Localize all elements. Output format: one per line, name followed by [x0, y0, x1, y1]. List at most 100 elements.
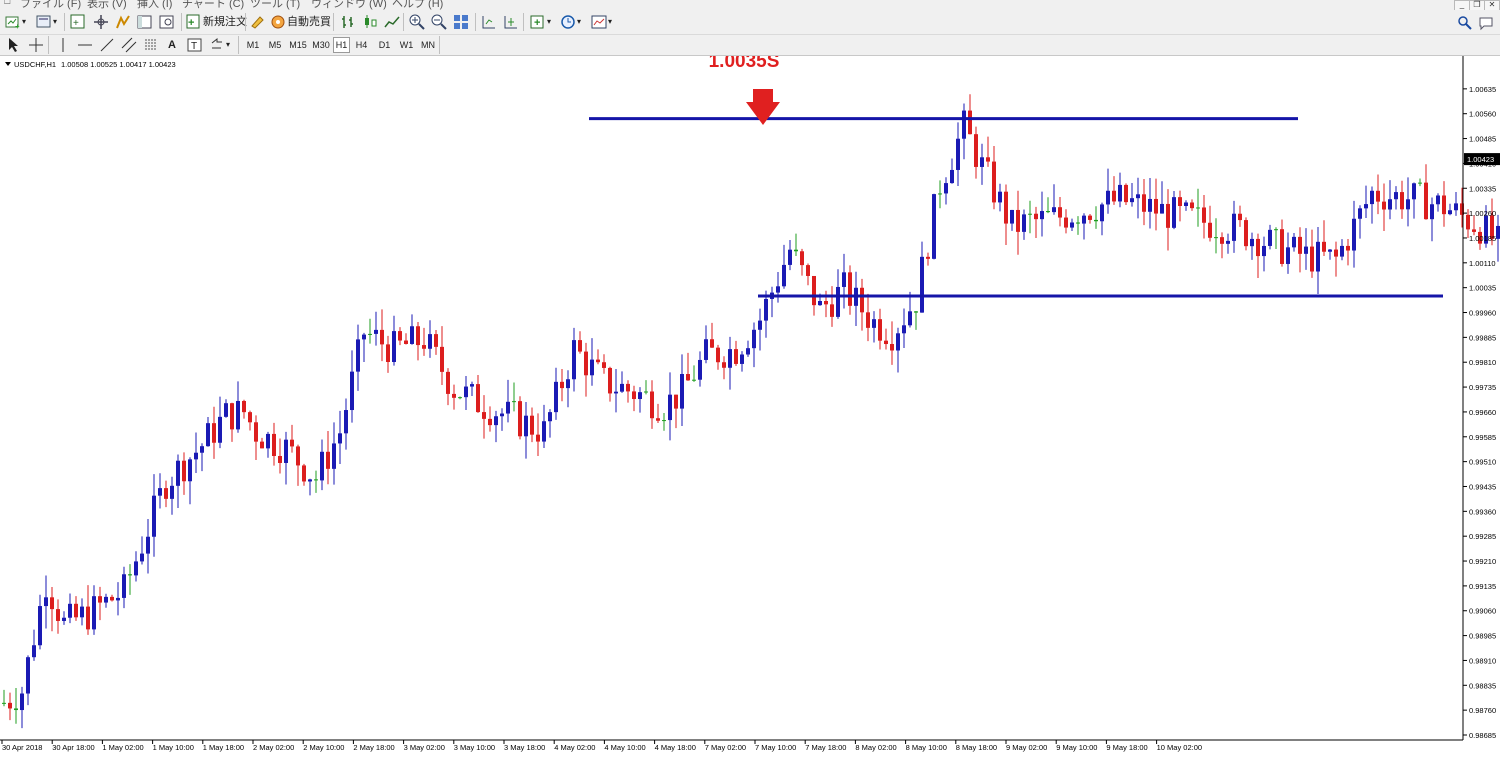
candle-body [110, 596, 114, 601]
candle-body [1340, 245, 1344, 257]
menu-tools[interactable]: ツール (T) [250, 0, 300, 10]
candle-body [434, 334, 438, 347]
new-chart-icon[interactable]: + [5, 14, 21, 30]
timeframe-w1[interactable]: W1 [398, 37, 415, 53]
symbol-label: USDCHF,H1 [14, 60, 56, 69]
candle-body [1076, 222, 1080, 224]
timeframe-h1[interactable]: H1 [333, 37, 350, 53]
svg-text:+: + [534, 17, 540, 29]
candle-body [1082, 215, 1086, 224]
periods-icon[interactable] [560, 14, 576, 30]
candle-body [776, 286, 780, 293]
candle-body [92, 596, 96, 630]
candle-body [1322, 241, 1326, 252]
menu-insert[interactable]: 挿入 (I) [137, 0, 172, 10]
candle-body [1166, 203, 1170, 228]
timeframe-d1[interactable]: D1 [376, 37, 393, 53]
candle-body [338, 433, 342, 444]
candle-body [62, 617, 66, 621]
terminal-icon[interactable] [137, 14, 153, 30]
profiles-dropdown-icon[interactable]: ▾ [53, 13, 57, 31]
text-label-icon[interactable]: T [187, 37, 203, 53]
candle-body [224, 403, 228, 417]
zoom-out-icon[interactable] [431, 14, 447, 30]
price-label: 0.99735 [1469, 383, 1496, 392]
candle-body [1112, 190, 1116, 202]
profiles-icon[interactable] [36, 14, 52, 30]
new-chart-dropdown-icon[interactable]: ▾ [22, 13, 26, 31]
navigator-icon[interactable] [93, 14, 109, 30]
menu-help[interactable]: ヘルプ (H) [392, 0, 443, 10]
indicators-icon[interactable]: + [530, 14, 546, 30]
market-watch-icon[interactable]: + [70, 14, 86, 30]
candle-body [326, 451, 330, 469]
line-chart-icon[interactable] [384, 14, 400, 30]
menu-file[interactable]: ファイル (F) [20, 0, 81, 10]
strategy-tester-icon[interactable] [159, 14, 175, 30]
meta-editor-icon[interactable] [250, 14, 266, 30]
candle-body [608, 367, 612, 394]
new-order-icon[interactable]: + [186, 14, 202, 30]
menu-bar: ⎕ ファイル (F) 表示 (V) 挿入 (I) チャート (C) ツール (T… [0, 0, 1500, 10]
candle-body [758, 320, 762, 330]
time-label: 9 May 02:00 [1006, 743, 1047, 752]
timeframe-m30[interactable]: M30 [310, 37, 332, 53]
zoom-in-icon[interactable] [409, 14, 425, 30]
new-order-button[interactable]: 新規注文 [203, 13, 247, 31]
equidistant-channel-icon[interactable] [121, 37, 137, 53]
trendline-icon[interactable] [99, 37, 115, 53]
templates-dropdown-icon[interactable]: ▾ [608, 13, 612, 31]
price-chart[interactable]: 1.006351.005601.004851.004101.003351.002… [0, 56, 1500, 761]
timeframe-h4[interactable]: H4 [353, 37, 370, 53]
candle-body [830, 304, 834, 317]
indicators-dropdown-icon[interactable]: ▾ [547, 13, 551, 31]
candle-body [794, 249, 798, 252]
restore-icon[interactable]: ❐ [1469, 0, 1485, 10]
search-icon[interactable] [1457, 15, 1473, 31]
app-icon: ⎕ [4, 0, 11, 7]
candle-body [188, 459, 192, 482]
timeframe-mn[interactable]: MN [419, 37, 437, 53]
candle-body [410, 326, 414, 344]
candle-body [266, 433, 270, 449]
horizontal-line-icon[interactable] [77, 37, 93, 53]
fibonacci-icon[interactable] [143, 37, 159, 53]
auto-trade-icon[interactable] [270, 14, 286, 30]
candle-body [842, 272, 846, 287]
candle-body [1388, 199, 1392, 210]
menu-view[interactable]: 表示 (V) [87, 0, 127, 10]
candle-body [470, 384, 474, 387]
chart-header: USDCHF,H1 1.00508 1.00525 1.00417 1.0042… [5, 60, 176, 69]
price-label: 0.99885 [1469, 333, 1496, 342]
arrows-dropdown-icon[interactable]: ▾ [226, 36, 230, 54]
crosshair-icon[interactable] [28, 37, 44, 53]
candle-body [824, 301, 828, 305]
timeframe-m15[interactable]: M15 [287, 37, 309, 53]
close-icon[interactable]: ✕ [1484, 0, 1500, 10]
timeframe-m5[interactable]: M5 [266, 37, 284, 53]
candle-body [692, 379, 696, 381]
candle-body [218, 416, 222, 443]
timeframe-m1[interactable]: M1 [244, 37, 262, 53]
auto-scroll-icon[interactable] [503, 14, 519, 30]
minimize-icon[interactable]: _ [1454, 0, 1470, 10]
candle-body [836, 286, 840, 317]
chart-shift-icon[interactable] [481, 14, 497, 30]
candle-body [866, 312, 870, 328]
chat-icon[interactable] [1478, 15, 1494, 31]
text-tool-icon[interactable]: A [168, 36, 176, 54]
candlestick-icon[interactable] [362, 14, 378, 30]
candle-body [1010, 209, 1014, 224]
data-window-icon[interactable] [115, 14, 131, 30]
candle-body [944, 183, 948, 194]
periods-dropdown-icon[interactable]: ▾ [577, 13, 581, 31]
menu-chart[interactable]: チャート (C) [182, 0, 244, 10]
auto-trade-button[interactable]: 自動売買 [287, 13, 331, 31]
templates-icon[interactable] [591, 14, 607, 30]
tile-windows-icon[interactable] [453, 14, 469, 30]
arrows-icon[interactable] [209, 37, 225, 53]
vertical-line-icon[interactable] [55, 37, 71, 53]
bar-chart-icon[interactable] [340, 14, 356, 30]
menu-window[interactable]: ウィンドウ (W) [311, 0, 387, 10]
cursor-icon[interactable] [6, 37, 22, 53]
